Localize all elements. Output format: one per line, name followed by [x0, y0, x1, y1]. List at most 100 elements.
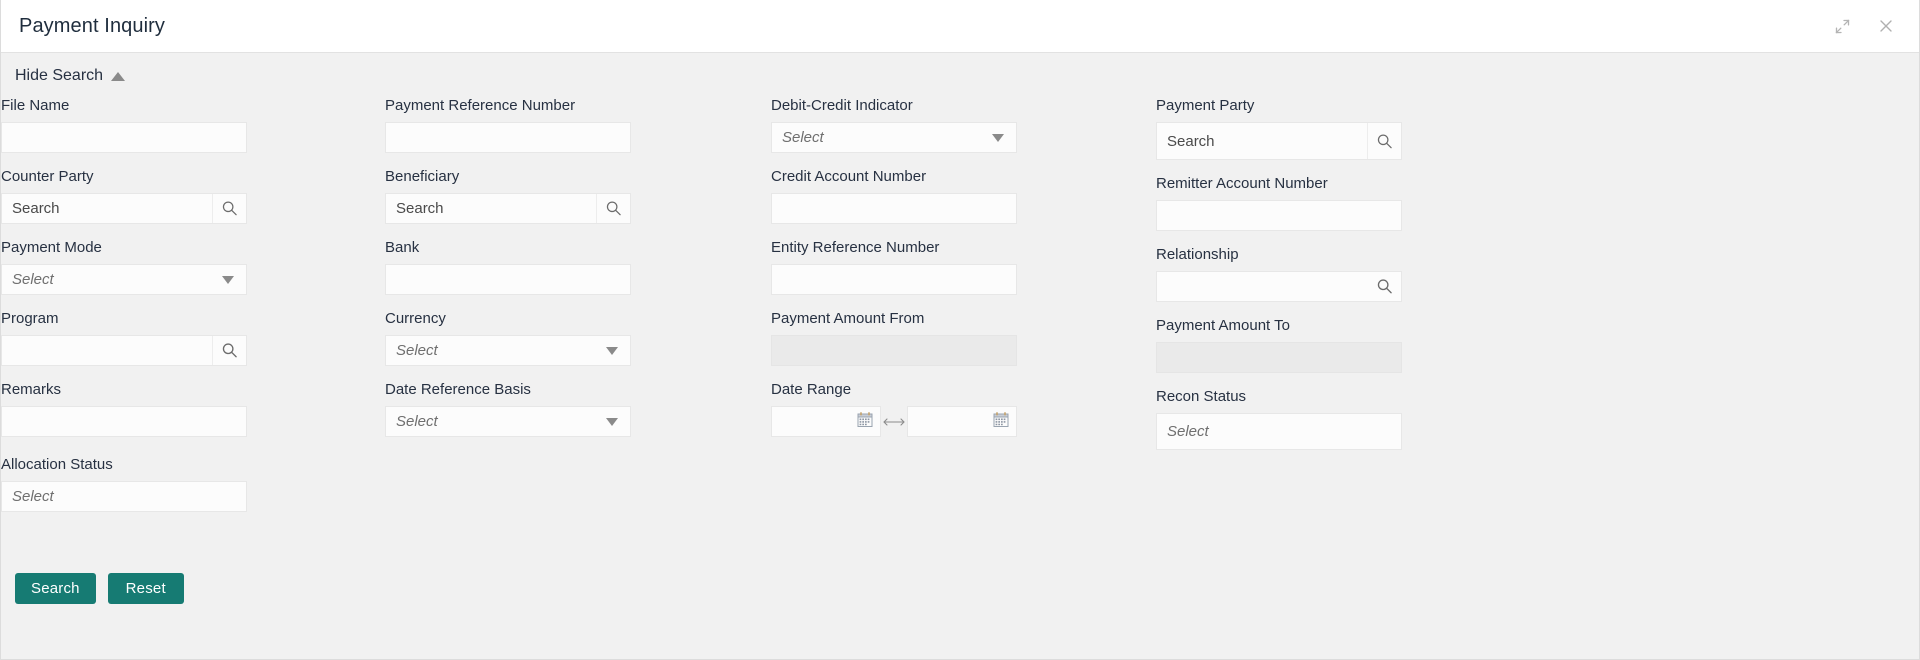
field-remarks: Remarks [1, 381, 247, 437]
label-allocation-status: Allocation Status [1, 456, 113, 473]
label-remitter-account-number: Remitter Account Number [1156, 175, 1328, 192]
payment-reference-number-input[interactable] [385, 122, 631, 153]
date-range-group [771, 406, 1017, 437]
label-payment-party: Payment Party [1156, 97, 1255, 114]
label-remarks: Remarks [1, 381, 62, 398]
field-credit-account-number: Credit Account Number [771, 168, 1017, 224]
date-reference-basis-placeholder: Select [396, 413, 438, 430]
date-range-from-input[interactable] [771, 406, 881, 437]
label-date-range: Date Range [771, 381, 852, 398]
label-debit-credit-indicator: Debit-Credit Indicator [771, 97, 913, 114]
search-icon[interactable] [1367, 272, 1401, 301]
label-recon-status: Recon Status [1156, 388, 1247, 405]
debit-credit-indicator-placeholder: Select [782, 129, 824, 146]
field-file-name: File Name [1, 97, 247, 153]
payment-amount-from-input [771, 335, 1017, 366]
beneficiary-placeholder: Search [396, 200, 444, 217]
counter-party-placeholder: Search [12, 200, 60, 217]
close-icon[interactable] [1875, 15, 1897, 37]
label-relationship: Relationship [1156, 246, 1239, 263]
field-remitter-account-number: Remitter Account Number [1156, 175, 1402, 231]
search-icon[interactable] [212, 336, 246, 365]
page-title: Payment Inquiry [19, 14, 166, 37]
form-column-2: Payment Reference Number Beneficiary Sea… [385, 97, 631, 452]
bank-input[interactable] [385, 264, 631, 295]
label-payment-amount-to: Payment Amount To [1156, 317, 1290, 334]
window-controls [1831, 15, 1897, 37]
payment-party-input[interactable]: Search [1156, 122, 1402, 160]
relationship-input[interactable] [1156, 271, 1402, 302]
recon-status-placeholder: Select [1167, 423, 1209, 440]
field-bank: Bank [385, 239, 631, 295]
label-credit-account-number: Credit Account Number [771, 168, 927, 185]
recon-status-select[interactable]: Select [1156, 413, 1402, 450]
chevron-down-icon[interactable] [222, 275, 234, 284]
form-column-4: Payment Party Search Remitter Account Nu… [1156, 97, 1402, 465]
arrows-horizontal-icon [881, 417, 907, 427]
field-currency: Currency Select [385, 310, 631, 366]
field-payment-amount-from: Payment Amount From [771, 310, 1017, 366]
label-counter-party: Counter Party [1, 168, 94, 185]
allocation-status-select[interactable]: Select [1, 481, 247, 512]
date-range-to-input[interactable] [907, 406, 1017, 437]
payment-amount-to-input [1156, 342, 1402, 373]
field-date-reference-basis: Date Reference Basis Select [385, 381, 631, 437]
window-titlebar: Payment Inquiry [1, 0, 1919, 53]
chevron-down-icon[interactable] [606, 417, 618, 426]
field-payment-amount-to: Payment Amount To [1156, 317, 1402, 373]
field-payment-mode: Payment Mode Select [1, 239, 247, 295]
payment-mode-placeholder: Select [12, 271, 54, 288]
beneficiary-input[interactable]: Search [385, 193, 631, 224]
label-payment-mode: Payment Mode [1, 239, 102, 256]
payment-inquiry-window: Payment Inquiry Hide Search File Name Co… [0, 0, 1920, 660]
caret-up-icon [111, 72, 126, 81]
allocation-status-placeholder: Select [12, 488, 54, 505]
hide-search-label: Hide Search [15, 67, 104, 84]
search-icon[interactable] [1367, 123, 1401, 159]
label-entity-reference-number: Entity Reference Number [771, 239, 940, 256]
field-recon-status: Recon Status Select [1156, 388, 1402, 450]
program-input[interactable] [1, 335, 247, 366]
field-program: Program [1, 310, 247, 366]
counter-party-input[interactable]: Search [1, 193, 247, 224]
search-button[interactable]: Search [15, 573, 96, 604]
calendar-icon[interactable] [857, 411, 873, 432]
field-counter-party: Counter Party Search [1, 168, 247, 224]
restore-down-icon[interactable] [1831, 15, 1853, 37]
search-icon[interactable] [596, 194, 630, 223]
payment-party-placeholder: Search [1167, 132, 1215, 150]
field-debit-credit-indicator: Debit-Credit Indicator Select [771, 97, 1017, 153]
currency-select[interactable]: Select [385, 335, 631, 366]
chevron-down-icon[interactable] [992, 133, 1004, 142]
file-name-input[interactable] [1, 122, 247, 153]
form-column-1: File Name Counter Party Search Payment M… [1, 97, 247, 527]
calendar-icon[interactable] [993, 411, 1009, 432]
reset-button[interactable]: Reset [107, 573, 184, 604]
label-file-name: File Name [1, 97, 70, 114]
label-payment-amount-from: Payment Amount From [771, 310, 925, 327]
date-reference-basis-select[interactable]: Select [385, 406, 631, 437]
search-icon[interactable] [212, 194, 246, 223]
field-payment-reference-number: Payment Reference Number [385, 97, 631, 153]
entity-reference-number-input[interactable] [771, 264, 1017, 295]
remarks-input[interactable] [1, 406, 247, 437]
field-date-range: Date Range [771, 381, 1017, 437]
chevron-down-icon[interactable] [606, 346, 618, 355]
field-beneficiary: Beneficiary Search [385, 168, 631, 224]
form-actions: Search Reset [15, 573, 184, 604]
field-relationship: Relationship [1156, 246, 1402, 302]
label-currency: Currency [385, 310, 446, 327]
form-column-3: Debit-Credit Indicator Select Credit Acc… [771, 97, 1017, 452]
label-bank: Bank [385, 239, 420, 256]
debit-credit-indicator-select[interactable]: Select [771, 122, 1017, 153]
credit-account-number-input[interactable] [771, 193, 1017, 224]
field-entity-reference-number: Entity Reference Number [771, 239, 1017, 295]
field-allocation-status: Allocation Status Select [1, 456, 247, 512]
payment-mode-select[interactable]: Select [1, 264, 247, 295]
currency-placeholder: Select [396, 342, 438, 359]
hide-search-toggle[interactable]: Hide Search [15, 67, 126, 85]
label-program: Program [1, 310, 59, 327]
search-panel: Hide Search File Name Counter Party Sear… [1, 53, 1919, 659]
field-payment-party: Payment Party Search [1156, 97, 1402, 160]
remitter-account-number-input[interactable] [1156, 200, 1402, 231]
